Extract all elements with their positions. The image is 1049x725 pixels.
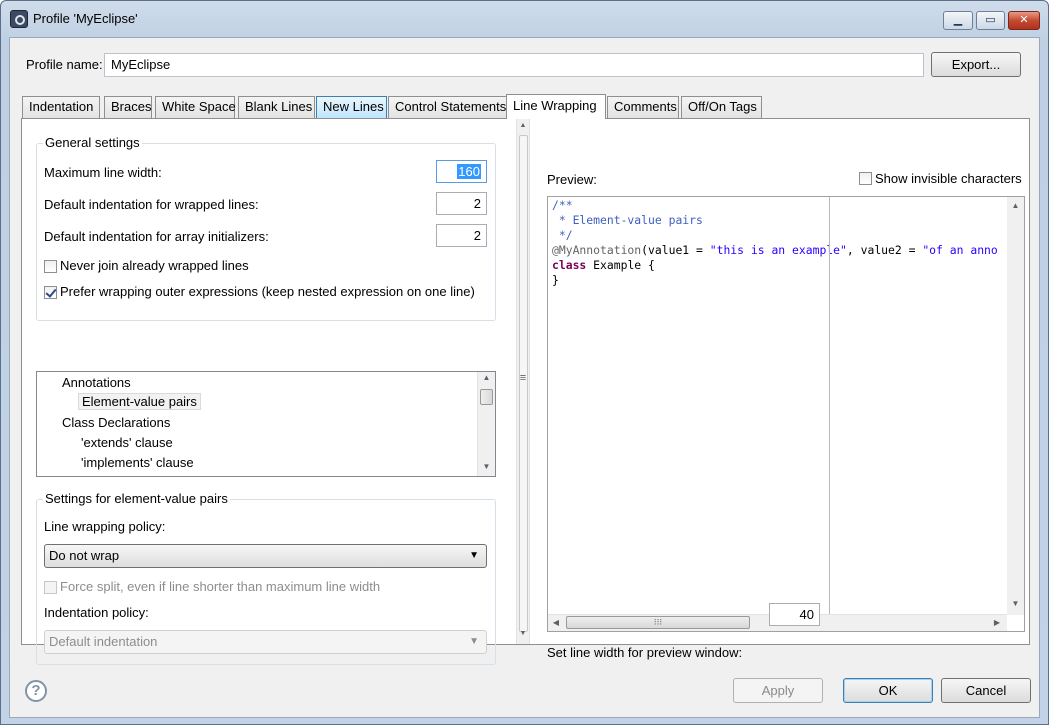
- apply-button[interactable]: Apply: [733, 678, 823, 703]
- code-line: */: [552, 228, 573, 242]
- indent-policy-value: Default indentation: [49, 634, 158, 649]
- scroll-down-arrow-icon[interactable]: ▼: [478, 462, 495, 471]
- print-margin-line: [829, 197, 830, 614]
- code-line: /**: [552, 198, 573, 212]
- prefer-outer-checkbox[interactable]: [44, 286, 57, 299]
- scroll-down-arrow-icon[interactable]: ▼: [1007, 599, 1024, 608]
- show-invisible-checkbox[interactable]: [859, 172, 872, 185]
- chevron-down-icon: ▼: [469, 550, 479, 561]
- scroll-left-arrow-icon[interactable]: ◀: [551, 618, 561, 627]
- tab-new-lines[interactable]: New Lines: [316, 96, 387, 118]
- tree-item-extends-clause[interactable]: 'extends' clause: [81, 435, 173, 450]
- element-value-settings-title: Settings for element-value pairs: [43, 491, 230, 506]
- indent-policy-label: Indentation policy:: [44, 605, 149, 620]
- code-line: * Element-value pairs: [552, 213, 703, 227]
- wrap-policy-select[interactable]: Do not wrap ▼: [44, 544, 487, 568]
- title-bar[interactable]: Profile 'MyEclipse' ▁ ▭ ✕: [1, 1, 1048, 37]
- general-settings-title: General settings: [43, 135, 142, 150]
- max-line-width-label: Maximum line width:: [44, 165, 162, 180]
- tree-item-element-value-pairs[interactable]: Element-value pairs: [78, 393, 201, 410]
- export-button[interactable]: Export...: [931, 52, 1021, 77]
- code-keyword: class: [552, 258, 587, 272]
- tab-blank-lines[interactable]: Blank Lines: [238, 96, 315, 118]
- preview-width-input[interactable]: 40: [769, 603, 820, 626]
- sash-grip-icon: ≡: [519, 372, 527, 384]
- wrapping-tree: Annotations Element-value pairs Class De…: [36, 371, 496, 477]
- preview-hscroll-thumb[interactable]: ⁝⁝⁝: [566, 616, 750, 629]
- ok-button[interactable]: OK: [843, 678, 933, 703]
- tree-item-implements-clause[interactable]: 'implements' clause: [81, 455, 194, 470]
- array-indent-label: Default indentation for array initialize…: [44, 229, 269, 244]
- close-button[interactable]: ✕: [1008, 11, 1040, 30]
- code-text: Example {: [586, 258, 655, 272]
- show-invisible-label: Show invisible characters: [875, 171, 1022, 186]
- scroll-right-arrow-icon[interactable]: ▶: [992, 618, 1002, 627]
- line-wrapping-panel: General settings Maximum line width: 160…: [21, 118, 1030, 665]
- array-indent-input[interactable]: 2: [436, 224, 487, 247]
- profile-name-label: Profile name:: [26, 57, 103, 72]
- code-line: }: [552, 273, 559, 287]
- max-line-width-input[interactable]: 160: [436, 160, 487, 183]
- chevron-down-icon: ▼: [469, 636, 479, 647]
- wrap-policy-value: Do not wrap: [49, 548, 120, 563]
- tab-comments[interactable]: Comments: [607, 96, 679, 118]
- indent-policy-select[interactable]: Default indentation ▼: [44, 630, 487, 654]
- minimize-button[interactable]: ▁: [943, 11, 973, 30]
- code-annotation: @MyAnnotation: [552, 243, 642, 257]
- preview-code: /** * Element-value pairs */ @MyAnnotati…: [552, 198, 998, 288]
- sash-up-arrow-icon: ▲: [519, 122, 527, 129]
- force-split-checkbox[interactable]: [44, 581, 57, 594]
- preview-width-label: Set line width for preview window:: [547, 645, 743, 660]
- tab-line-wrapping[interactable]: Line Wrapping: [506, 94, 606, 119]
- tab-white-space[interactable]: White Space: [155, 96, 236, 118]
- scroll-up-arrow-icon[interactable]: ▲: [1007, 201, 1024, 210]
- scroll-up-arrow-icon[interactable]: ▲: [478, 373, 495, 382]
- window-title: Profile 'MyEclipse': [33, 11, 138, 26]
- help-icon[interactable]: ?: [25, 680, 47, 702]
- profile-name-input[interactable]: MyEclipse: [104, 53, 924, 77]
- dialog-window: Profile 'MyEclipse' ▁ ▭ ✕ Profile name: …: [0, 0, 1049, 725]
- preview-label: Preview:: [547, 172, 597, 187]
- code-string: "of an anno: [922, 243, 998, 257]
- element-value-settings-group: Settings for element-value pairs Line wr…: [36, 491, 496, 665]
- max-line-width-value: 160: [457, 164, 481, 179]
- code-text: , value2 =: [846, 243, 923, 257]
- general-settings-group: General settings Maximum line width: 160…: [36, 135, 496, 321]
- wrapped-indent-label: Default indentation for wrapped lines:: [44, 197, 259, 212]
- prefer-outer-label: Prefer wrapping outer expressions (keep …: [60, 284, 475, 299]
- preview-vertical-scrollbar[interactable]: ▲ ▼: [1007, 197, 1024, 615]
- never-join-label: Never join already wrapped lines: [60, 258, 249, 273]
- tree-item-annotations[interactable]: Annotations: [62, 375, 131, 390]
- tree-scrollbar[interactable]: ▲ ▼: [477, 372, 495, 476]
- sash-down-arrow-icon: ▼: [519, 630, 527, 637]
- tab-indentation[interactable]: Indentation: [22, 96, 100, 118]
- eclipse-gear-icon: [10, 10, 28, 28]
- code-string: "this is an example": [709, 243, 847, 257]
- tree-item-class-declarations[interactable]: Class Declarations: [62, 415, 170, 430]
- code-text: (value1 =: [641, 243, 710, 257]
- wrap-policy-label: Line wrapping policy:: [44, 519, 166, 534]
- tab-off-on-tags[interactable]: Off/On Tags: [681, 96, 762, 118]
- hscroll-grip-icon: ⁝⁝⁝: [653, 617, 663, 627]
- tab-control-statements[interactable]: Control Statements: [388, 96, 508, 118]
- force-split-label: Force split, even if line shorter than m…: [60, 579, 381, 594]
- cancel-button[interactable]: Cancel: [941, 678, 1031, 703]
- tab-braces[interactable]: Braces: [104, 96, 152, 118]
- maximize-button[interactable]: ▭: [976, 11, 1005, 30]
- tree-scroll-thumb[interactable]: [480, 389, 493, 405]
- preview-pane[interactable]: /** * Element-value pairs */ @MyAnnotati…: [547, 196, 1025, 632]
- splitter-sash[interactable]: ▲ ≡ ▼: [516, 119, 530, 644]
- dialog-client-area: Profile name: MyEclipse Export... Indent…: [9, 37, 1040, 718]
- wrapped-indent-input[interactable]: 2: [436, 192, 487, 215]
- never-join-checkbox[interactable]: [44, 260, 57, 273]
